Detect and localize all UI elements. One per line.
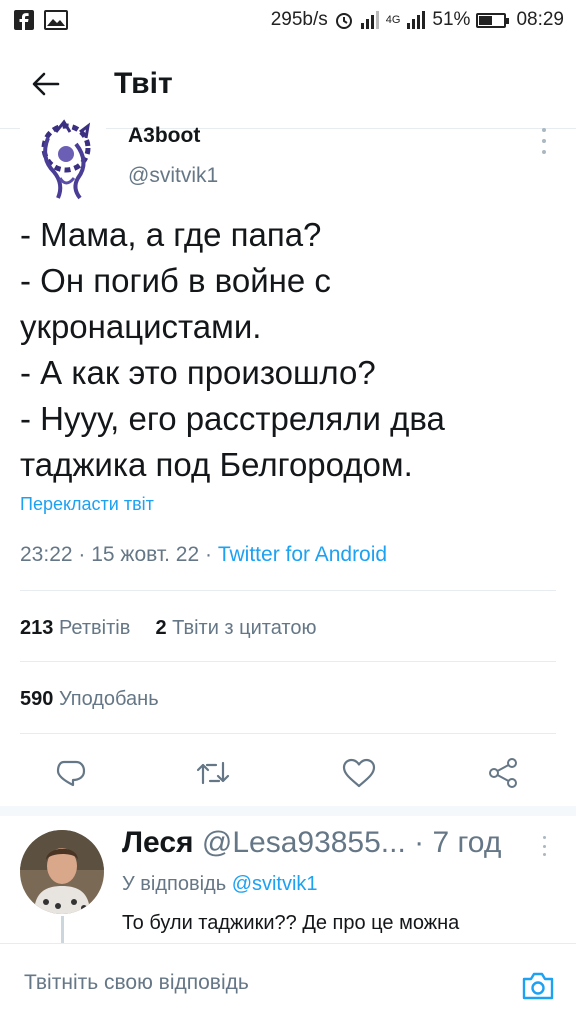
tweet-text-line: - Нууу, его расстреляли два [20,400,445,437]
battery-icon [476,12,510,28]
camera-button[interactable] [518,966,558,1006]
page-title: Твіт [114,67,173,100]
reply-author-handle[interactable]: @Lesa93855... [202,826,406,859]
status-bar: 295b/s 4G 51% 08:29 [0,0,576,40]
retweet-icon [196,761,230,785]
tweet-date: 15 жовт. 22 [91,543,200,566]
replying-to-mention[interactable]: @svitvik1 [232,873,318,895]
signal-icon [360,11,379,29]
quotes-label: Твіти з цитатою [172,617,317,639]
image-icon [44,10,68,30]
divider [20,590,556,591]
translate-tweet-link[interactable]: Перекласти твіт [20,494,154,515]
section-separator [0,806,576,816]
reply-avatar-image [20,830,104,914]
clock: 08:29 [516,9,564,30]
alarm-icon [335,13,352,29]
quotes-count: 2 [155,617,167,639]
likes-label: Уподобань [58,688,159,710]
network-speed: 295b/s [270,9,328,30]
battery-percent: 51% [432,9,471,30]
likes-count: 590 [20,688,54,710]
tweet-text-line: - Он погиб в войне с [20,262,331,299]
author-handle[interactable]: @svitvik1 [128,164,218,188]
facebook-icon [14,10,34,30]
heart-icon [342,758,376,788]
reply-text: То були таджики?? Де про це можна [122,912,460,934]
tweet-source-link[interactable]: Twitter for Android [218,543,387,566]
meta-separator: · [78,543,92,566]
likes-stats[interactable]: 590 Уподобань [20,688,159,711]
reply-input[interactable]: Твітніть свою відповідь [24,971,249,995]
retweet-stats: 213 Ретвітів 2 Твіти з цитатою [20,617,316,640]
tweet-text: - Мама, а где папа? - Он погиб в войне с… [20,212,560,488]
retweets-label: Ретвітів [58,617,131,639]
status-right: 295b/s 4G 51% 08:29 [271,9,564,31]
comment-icon [56,760,86,787]
like-button[interactable] [336,750,382,796]
more-options-icon[interactable] [536,128,552,154]
share-icon [489,758,517,788]
tweet-text-line: укронацистами. [20,308,262,345]
replying-to: У відповідь @svitvik1 [122,873,318,896]
tweet-meta: 23:22 · 15 жовт. 22 · Twitter for Androi… [20,543,387,567]
thread-line [61,916,64,946]
reply-button[interactable] [48,750,94,796]
network-type: 4G [385,14,401,26]
battery-fill [479,15,492,25]
tweet-text-line: - Мама, а где папа? [20,216,322,253]
divider [20,733,556,734]
back-button[interactable] [16,54,76,114]
author-avatar[interactable] [20,118,106,200]
reply-author-name[interactable]: Леся [122,826,194,859]
reply-more-options-icon[interactable] [538,836,550,856]
divider [20,661,556,662]
reply-separator: · [414,826,425,859]
app-header: Твіт [0,40,576,128]
quotes-link[interactable]: 2 Твіти з цитатою [155,617,316,639]
tweet-time: 23:22 [20,543,73,566]
compose-bar: Твітніть свою відповідь [0,943,576,1024]
reply-header: Леся @Lesa93855... · 7 год [122,826,532,860]
tweet-text-line: таджика под Белгородом. [20,446,413,483]
tweet-actions [0,750,576,796]
tweet-text-line: - А как это произошло? [20,354,376,391]
avatar-image [20,118,106,200]
camera-icon [522,972,554,1000]
replying-to-label: У відповідь [122,873,227,895]
signal-4g-icon [407,11,426,29]
author-name[interactable]: A3boot [128,124,200,148]
meta-separator: · [205,543,218,566]
retweets-count: 213 [20,617,54,639]
retweet-button[interactable] [190,750,236,796]
share-button[interactable] [480,750,526,796]
retweets-link[interactable]: 213 Ретвітів [20,617,130,639]
reply-time: 7 год [432,826,502,859]
status-left [14,10,68,30]
reply-avatar[interactable] [20,830,104,914]
arrow-left-icon [32,72,60,96]
